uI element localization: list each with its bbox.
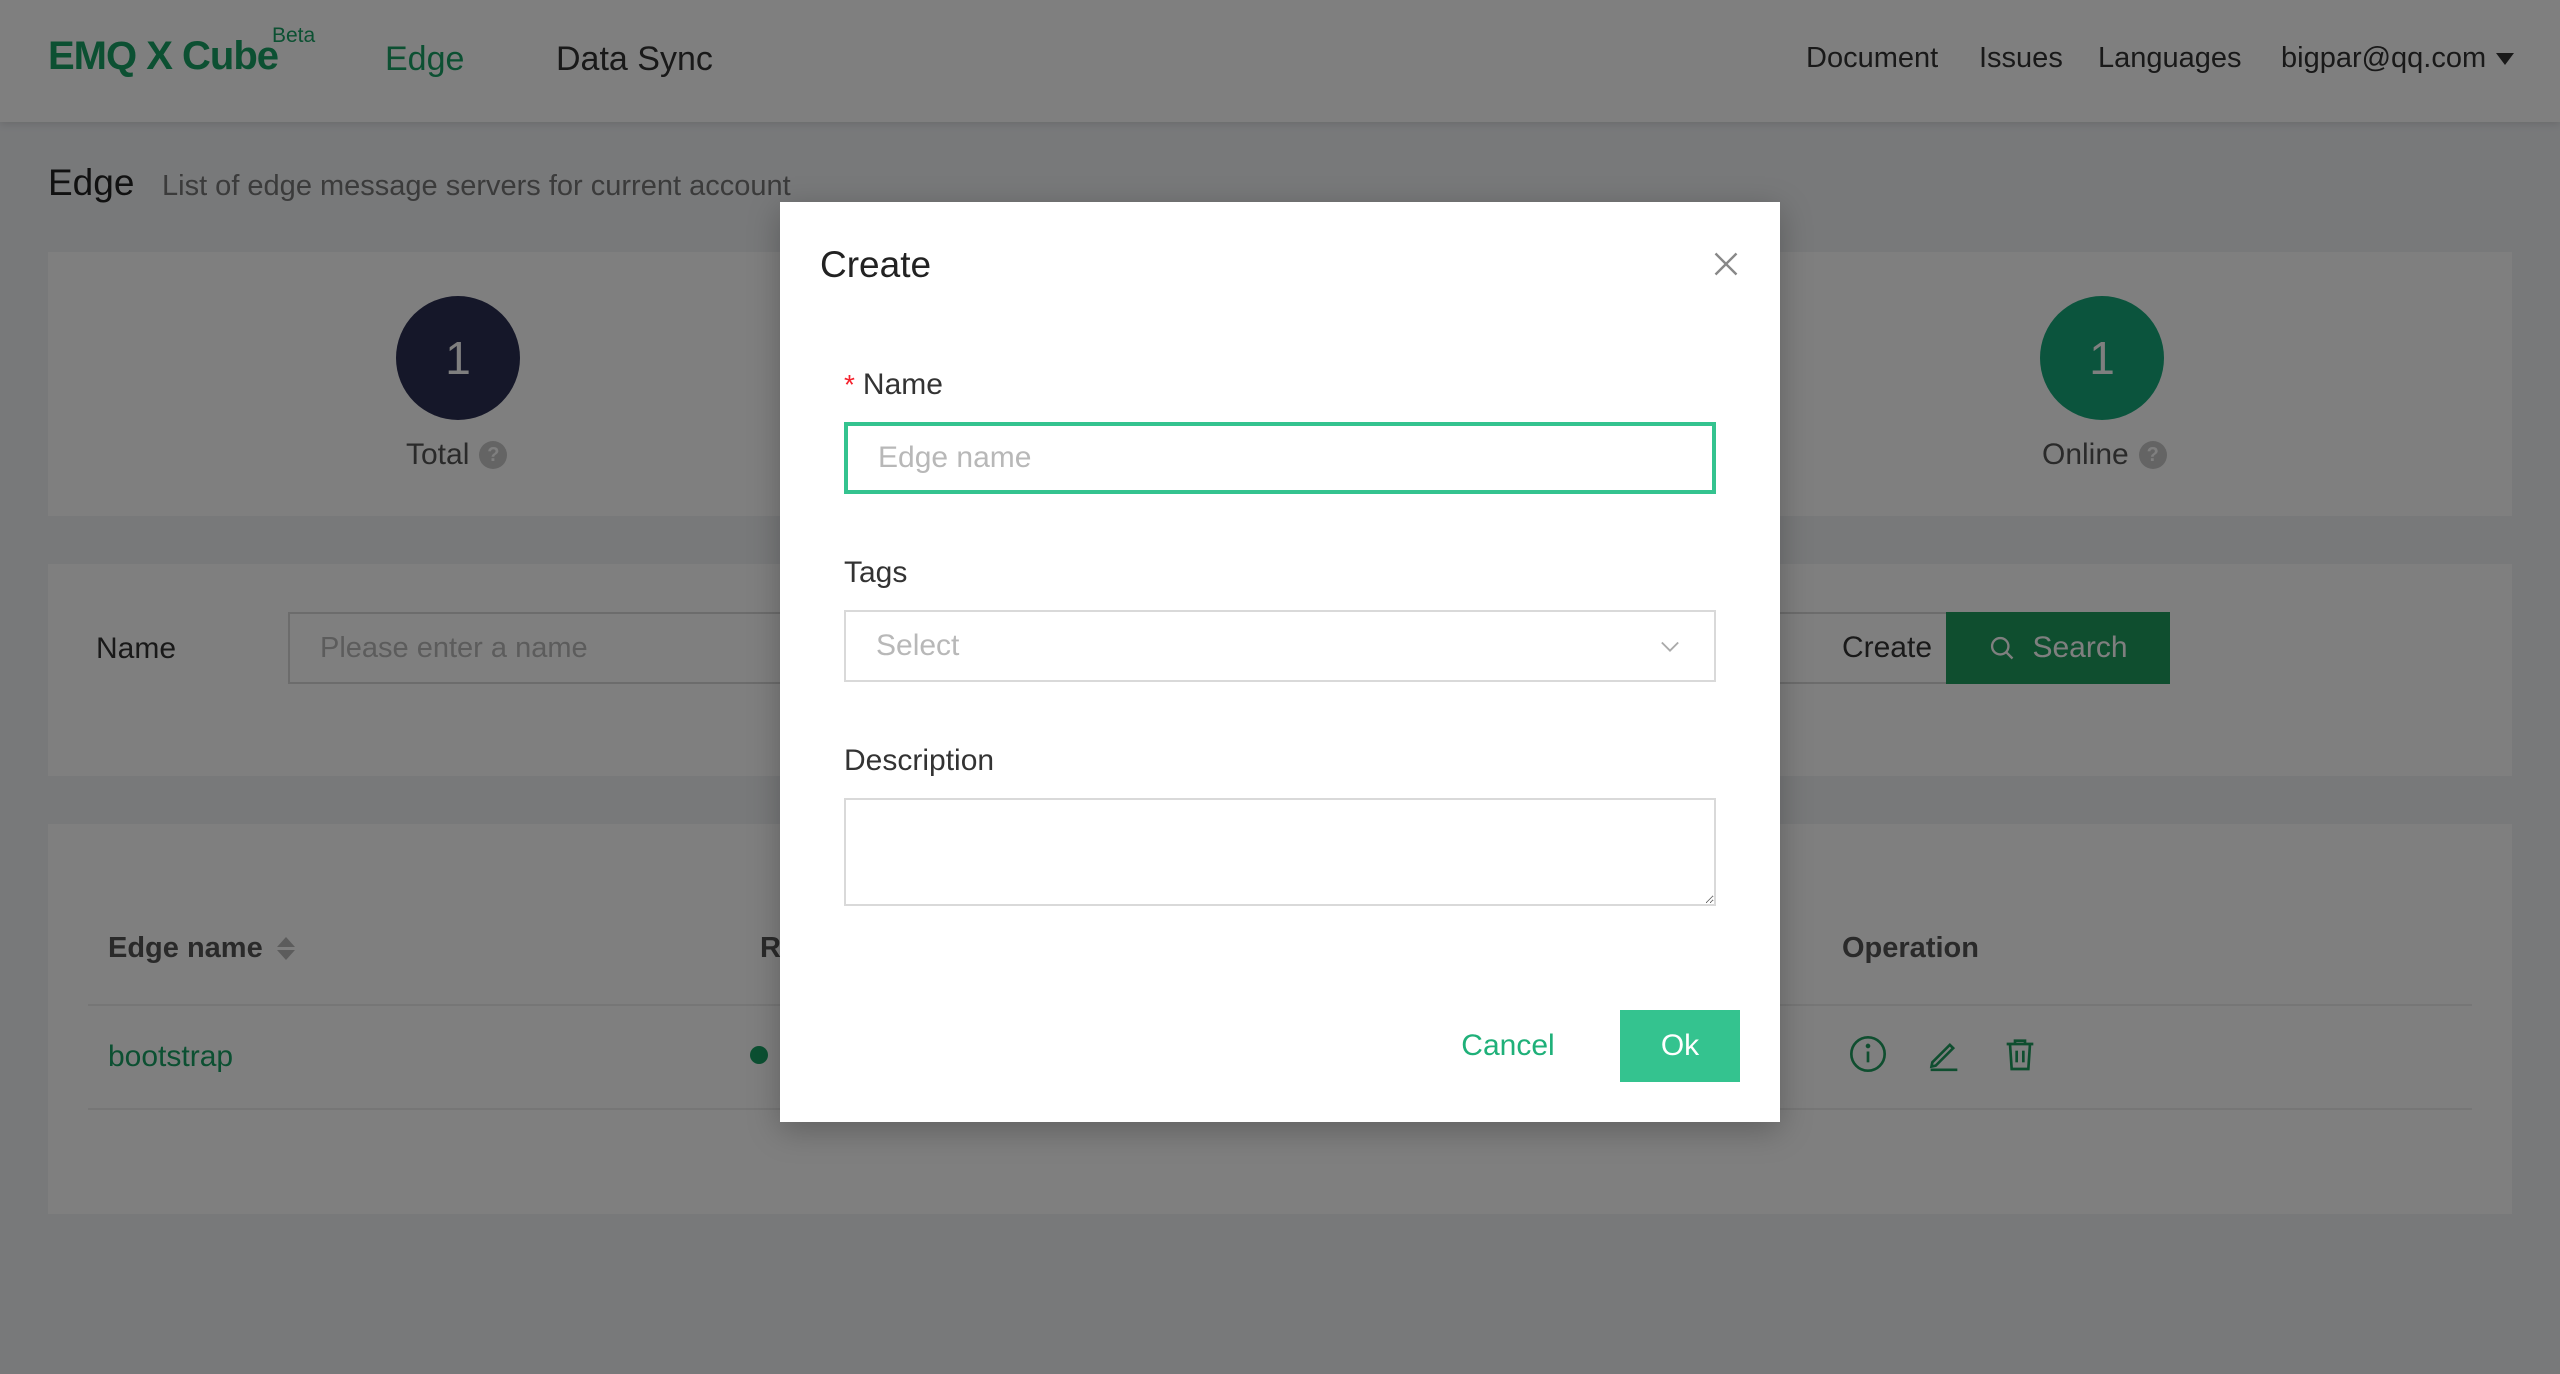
tags-field-label: Tags — [844, 556, 908, 589]
description-field-label: Description — [844, 744, 995, 777]
tags-select-placeholder: Select — [876, 629, 960, 662]
required-mark: * — [844, 369, 855, 400]
chevron-down-icon — [1661, 641, 1679, 652]
edge-name-input[interactable] — [844, 422, 1716, 494]
dialog-title: Create — [820, 244, 932, 285]
tags-select[interactable]: Select — [844, 610, 1716, 682]
close-icon[interactable] — [1708, 246, 1744, 282]
description-textarea[interactable] — [844, 798, 1716, 906]
name-label-text: Name — [862, 368, 943, 401]
create-edge-dialog: Create *Name Tags Select Description Can… — [780, 202, 1780, 1122]
ok-button[interactable]: Ok — [1620, 1010, 1740, 1082]
name-field-label: * Name — [844, 368, 943, 402]
cancel-button[interactable]: Cancel — [1428, 1010, 1588, 1082]
